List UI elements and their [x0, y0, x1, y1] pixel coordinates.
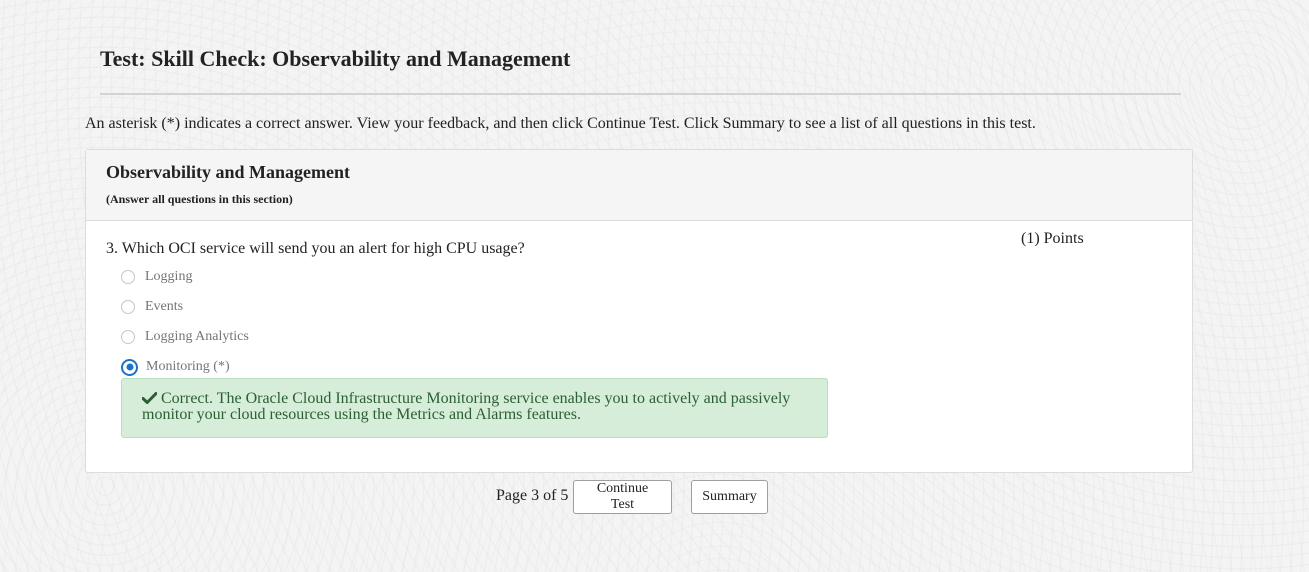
answer-option-label: Events [145, 299, 184, 314]
title-divider [100, 93, 1181, 95]
answer-option-events[interactable]: Events [121, 297, 183, 317]
answer-option-monitoring[interactable]: Monitoring (*) [121, 357, 230, 377]
question-text: 3. Which OCI service will send you an al… [106, 240, 525, 257]
feedback-correct: Correct. The Oracle Cloud Infrastructure… [121, 378, 828, 438]
section-note: (Answer all questions in this section) [106, 192, 293, 206]
page-title: Test: Skill Check: Observability and Man… [100, 46, 571, 71]
answer-option-label: Logging [145, 269, 193, 284]
instructions-text: An asterisk (*) indicates a correct answ… [85, 115, 1036, 132]
section-header: Observability and Management (Answer all… [86, 150, 1192, 221]
radio-button[interactable] [121, 330, 135, 344]
radio-button-selected[interactable] [121, 358, 138, 376]
question-section-panel: Observability and Management (Answer all… [85, 149, 1193, 473]
page-indicator: Page 3 of 5 [496, 487, 569, 504]
feedback-text: Correct. The Oracle Cloud Infrastructure… [142, 390, 791, 423]
answer-option-label: Monitoring (*) [146, 359, 230, 374]
radio-button[interactable] [121, 300, 135, 314]
answer-option-logging[interactable]: Logging [121, 267, 192, 287]
answer-option-label: Logging Analytics [145, 329, 249, 344]
question-points: (1) Points [1021, 230, 1084, 247]
radio-button[interactable] [121, 270, 135, 284]
answer-option-logging-analytics[interactable]: Logging Analytics [121, 327, 249, 347]
check-icon [142, 392, 157, 404]
summary-button[interactable]: Summary [691, 480, 768, 514]
section-title: Observability and Management [106, 162, 351, 182]
continue-test-button[interactable]: Continue Test [573, 480, 672, 514]
